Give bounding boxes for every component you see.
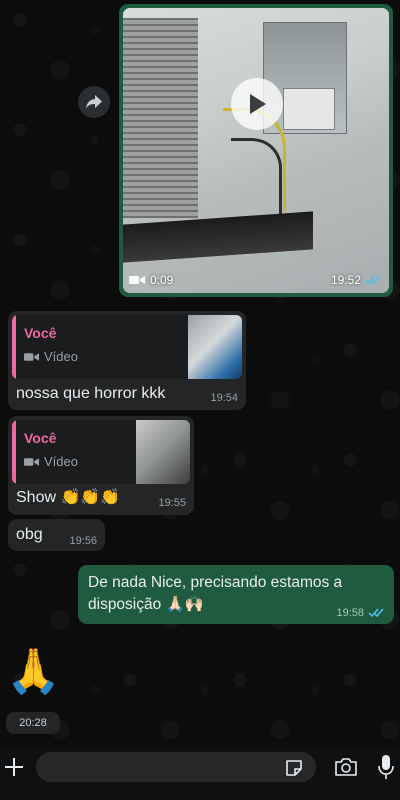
double-check-icon — [368, 608, 384, 618]
forward-button[interactable] — [78, 86, 110, 118]
thumbnail-detail — [283, 88, 335, 130]
message-text: nossa que horror kkk — [16, 385, 166, 402]
message-time: 19:56 — [69, 535, 97, 547]
video-camera-icon — [129, 276, 145, 284]
emoji-message-time: 20:28 — [6, 712, 60, 734]
sticker-icon[interactable] — [284, 758, 304, 778]
video-camera-icon — [24, 457, 39, 466]
composer-bar — [0, 746, 400, 800]
video-timestamp: 19:52 — [331, 273, 381, 287]
reply-kind: Vídeo — [24, 454, 78, 469]
message-time: 19:54 — [210, 392, 238, 404]
reply-kind-text: Vídeo — [44, 349, 78, 364]
reply-thumbnail — [136, 420, 190, 484]
reply-author: Você — [24, 325, 57, 341]
reply-accent-bar — [12, 315, 16, 379]
reply-kind-text: Vídeo — [44, 454, 78, 469]
forward-icon — [86, 95, 102, 109]
video-duration: 0:09 — [129, 273, 173, 287]
message-text: Show 👏👏👏 — [16, 489, 121, 506]
double-check-icon — [365, 275, 381, 285]
plus-icon[interactable] — [3, 756, 25, 778]
reply-accent-bar — [12, 420, 16, 484]
reply-thumbnail — [188, 315, 242, 379]
microphone-icon[interactable] — [377, 754, 395, 780]
message-input[interactable] — [36, 752, 316, 782]
quoted-reply[interactable]: Você Vídeo — [12, 420, 190, 484]
outgoing-message[interactable]: De nada Nice, precisando estamos a dispo… — [78, 565, 394, 624]
reply-kind: Vídeo — [24, 349, 78, 364]
message-timestamp: 19:58 — [336, 607, 384, 619]
video-thumbnail[interactable]: 0:09 19:52 — [123, 8, 389, 293]
play-icon — [250, 94, 266, 114]
incoming-message[interactable]: obg 19:56 — [8, 519, 105, 551]
video-message[interactable]: 0:09 19:52 — [119, 4, 393, 297]
thumbnail-detail — [231, 138, 282, 221]
reply-author: Você — [24, 430, 57, 446]
message-time: 19:55 — [158, 497, 186, 509]
video-duration-text: 0:09 — [150, 273, 174, 287]
quoted-reply[interactable]: Você Vídeo — [12, 315, 242, 379]
incoming-message[interactable]: Você Vídeo nossa que horror kkk 19:54 — [8, 311, 246, 410]
play-button[interactable] — [231, 78, 283, 130]
video-time-text: 19:52 — [330, 273, 361, 287]
message-time: 19:58 — [336, 607, 364, 619]
thumbnail-detail — [123, 18, 198, 218]
video-camera-icon — [24, 352, 39, 361]
incoming-message[interactable]: Você Vídeo Show 👏👏👏 19:55 — [8, 416, 194, 515]
message-text: obg — [16, 526, 43, 543]
camera-icon[interactable] — [334, 757, 358, 777]
thumbnail-detail — [123, 211, 313, 263]
emoji-message[interactable]: 🙏 — [6, 644, 61, 700]
